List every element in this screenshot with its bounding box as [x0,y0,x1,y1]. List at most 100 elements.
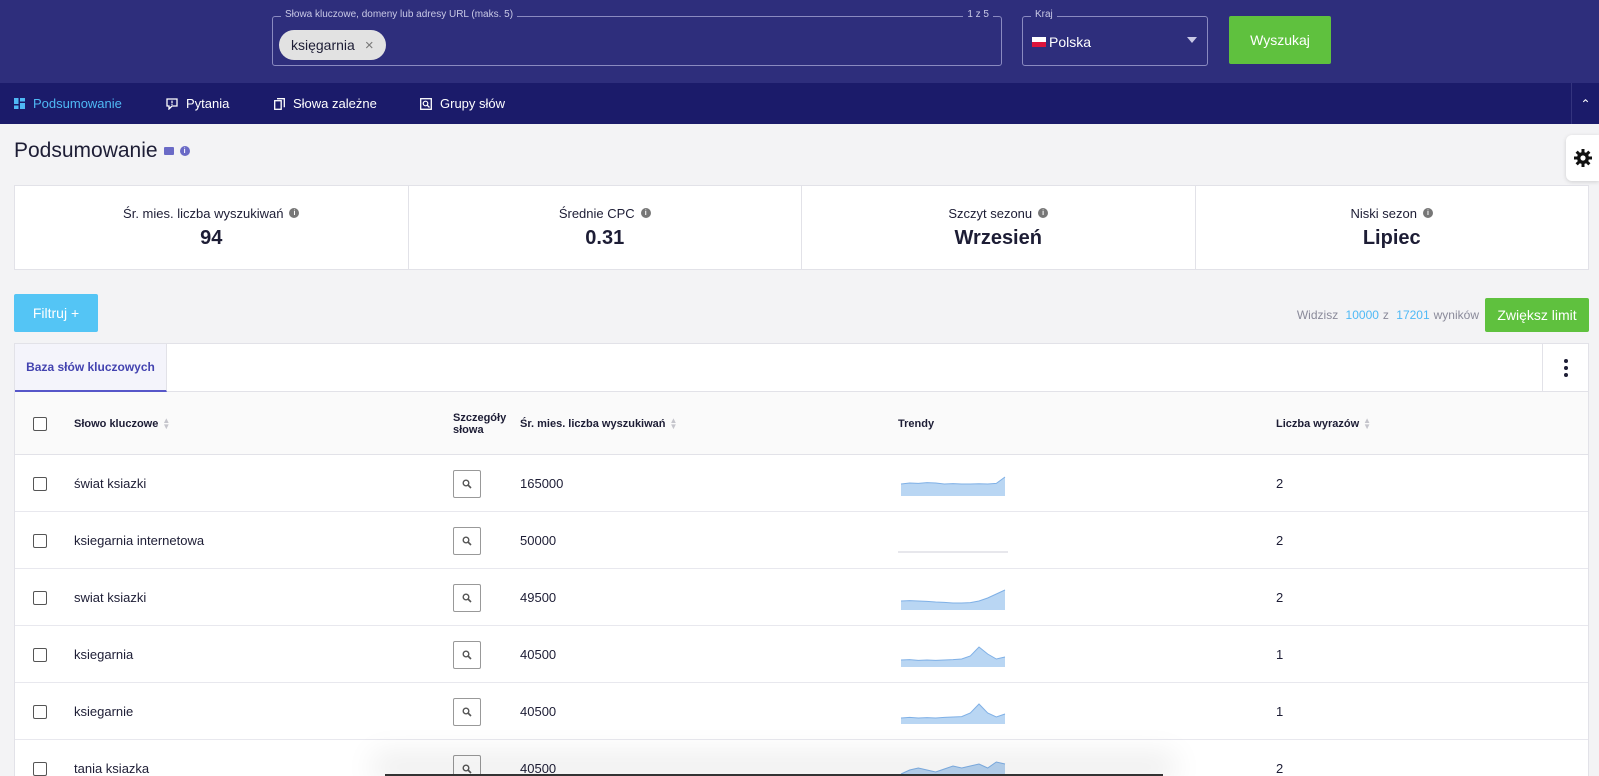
keyword-cell[interactable]: ksiegarnie [74,683,133,740]
row-checkbox[interactable] [33,740,47,776]
keyword-details-button[interactable] [453,697,481,726]
keyword-details-button[interactable] [453,469,481,498]
summary-stats: Śr. mies. liczba wyszukiwań i 94 Średnie … [14,185,1589,270]
stat-label: Średnie CPC i [559,206,651,221]
column-header-label: słowa [453,423,484,436]
nav-item-questions[interactable]: Pytania [166,83,229,124]
keyword-chip: księgarnia × [279,30,386,60]
trend-area [901,476,1005,496]
info-icon[interactable]: i [289,208,300,218]
checkbox[interactable] [33,416,47,431]
nav-item-label: Podsumowanie [33,96,122,111]
checkbox[interactable] [33,590,47,605]
keyword-cell[interactable]: świat ksiazki [74,455,146,512]
chip-remove-icon[interactable]: × [365,37,374,54]
details-cell [453,512,481,569]
more-options-icon[interactable] [1542,344,1588,392]
trend-cell [898,740,1008,776]
trend-cell [898,683,1008,740]
info-icon[interactable]: i [179,146,190,156]
stat-label-text: Szczyt sezonu [948,205,1033,221]
tab-keyword-database[interactable]: Baza słów kluczowych [15,344,167,392]
filter-button[interactable]: Filtruj + [14,294,98,332]
table-header: Słowo kluczowe ▲ ▼ Szczegóły słowa Śr. mies… [15,392,1588,455]
checkbox[interactable] [33,761,47,776]
checkbox[interactable] [33,647,47,662]
keyword-details-button[interactable] [453,640,481,669]
stat-avg-searches: Śr. mies. liczba wyszukiwań i 94 [15,186,409,269]
trend-sparkline [900,645,1006,667]
table-row: ksiegarnia internetowa 50000 2 [15,512,1588,569]
table-row: tania ksiazka 40500 2 [15,740,1588,776]
word-count-cell: 1 [1276,647,1284,662]
stat-avg-cpc: Średnie CPC i 0.31 [409,186,802,269]
nav-item-summary[interactable]: Podsumowanie [14,83,122,124]
keyword-cell[interactable]: ksiegarnia internetowa [74,512,204,569]
column-header-keyword[interactable]: Słowo kluczowe ▲ ▼ [74,392,170,455]
nav-item-label: Słowa zależne [293,96,377,111]
select-all-checkbox[interactable] [33,392,47,455]
column-header-trends: Trendy [898,392,934,455]
page-title: Podsumowanie i [14,139,190,163]
sort-icon[interactable]: ▲ ▼ [1363,416,1371,430]
keyword-table-card: Baza słów kluczowych Słowo kluczowe ▲ ▼ Sz… [14,343,1589,776]
settings-gear-button[interactable] [1566,135,1599,181]
keywords-field-label: Słowa kluczowe, domeny lub adresy URL (m… [281,9,518,20]
table-row: świat ksiazki 165000 2 [15,455,1588,512]
stat-label: Niski sezon i [1351,206,1433,221]
details-cell [453,569,481,626]
trend-line [900,476,1006,485]
nav-item-word-groups[interactable]: Grupy słów [420,83,505,124]
column-header-details: Szczegóły słowa [453,392,506,455]
page-title-text: Podsumowanie [14,139,158,162]
nav-item-related-words[interactable]: Słowa zależne [274,83,377,124]
video-icon[interactable] [163,147,174,155]
info-icon[interactable]: i [640,208,651,218]
row-checkbox[interactable] [33,569,47,626]
country-value: Polska [1032,34,1091,50]
stat-value: 0.31 [585,226,625,249]
column-header-word-count[interactable]: Liczba wyrazów ▲ ▼ [1276,392,1371,455]
keyword-cell[interactable]: swiat ksiazki [74,569,146,626]
info-icon[interactable]: i [1038,208,1049,218]
results-total: 17201 [1396,308,1430,322]
column-header-label: Słowo kluczowe [74,417,159,430]
checkbox[interactable] [33,476,47,491]
row-checkbox[interactable] [33,626,47,683]
search-button[interactable]: Wyszukaj [1229,16,1331,64]
info-icon[interactable]: i [1422,208,1433,218]
details-cell [453,626,481,683]
word-count-cell: 2 [1276,761,1284,776]
keyword-cell[interactable]: ksiegarnia [74,626,133,683]
results-shown: 10000 [1345,308,1379,322]
checkbox[interactable] [33,533,47,548]
keyword-cell[interactable]: tania ksiazka [74,740,149,776]
increase-limit-button[interactable]: Zwiększ limit [1485,298,1589,332]
country-select-label: Kraj [1031,9,1057,20]
sort-icon[interactable]: ▲ ▼ [162,416,170,430]
checkbox[interactable] [33,704,47,719]
nav-item-label: Grupy słów [440,96,506,111]
row-checkbox[interactable] [33,455,47,512]
results-of: z [1382,308,1389,322]
trend-sparkline [900,589,1006,610]
results-count: Widzisz 10000 z 17201 wyników [1297,308,1479,322]
keyword-details-button[interactable] [453,583,481,612]
chevron-up-icon[interactable]: ⌃ [1571,83,1599,124]
keyword-details-button[interactable] [453,754,481,776]
keyword-details-button[interactable] [453,526,481,555]
results-prefix: Widzisz [1296,308,1339,322]
word-count-cell: 2 [1276,590,1284,605]
column-header-volume[interactable]: Śr. mies. liczba wyszukiwań ▲ ▼ [520,392,677,455]
row-checkbox[interactable] [33,683,47,740]
trend-sparkline [900,702,1006,724]
word-count-cell: 2 [1276,533,1284,548]
sort-icon[interactable]: ▲ ▼ [670,416,678,430]
word-count-cell: 2 [1276,476,1284,491]
table-tabs: Baza słów kluczowych [15,344,1588,392]
row-checkbox[interactable] [33,512,47,569]
keywords-field[interactable]: Słowa kluczowe, domeny lub adresy URL (m… [272,9,1002,66]
country-select[interactable]: Kraj Polska [1022,9,1208,66]
stat-value: Lipiec [1362,226,1421,249]
stat-label-text: Śr. mies. liczba wyszukiwań [123,205,284,221]
